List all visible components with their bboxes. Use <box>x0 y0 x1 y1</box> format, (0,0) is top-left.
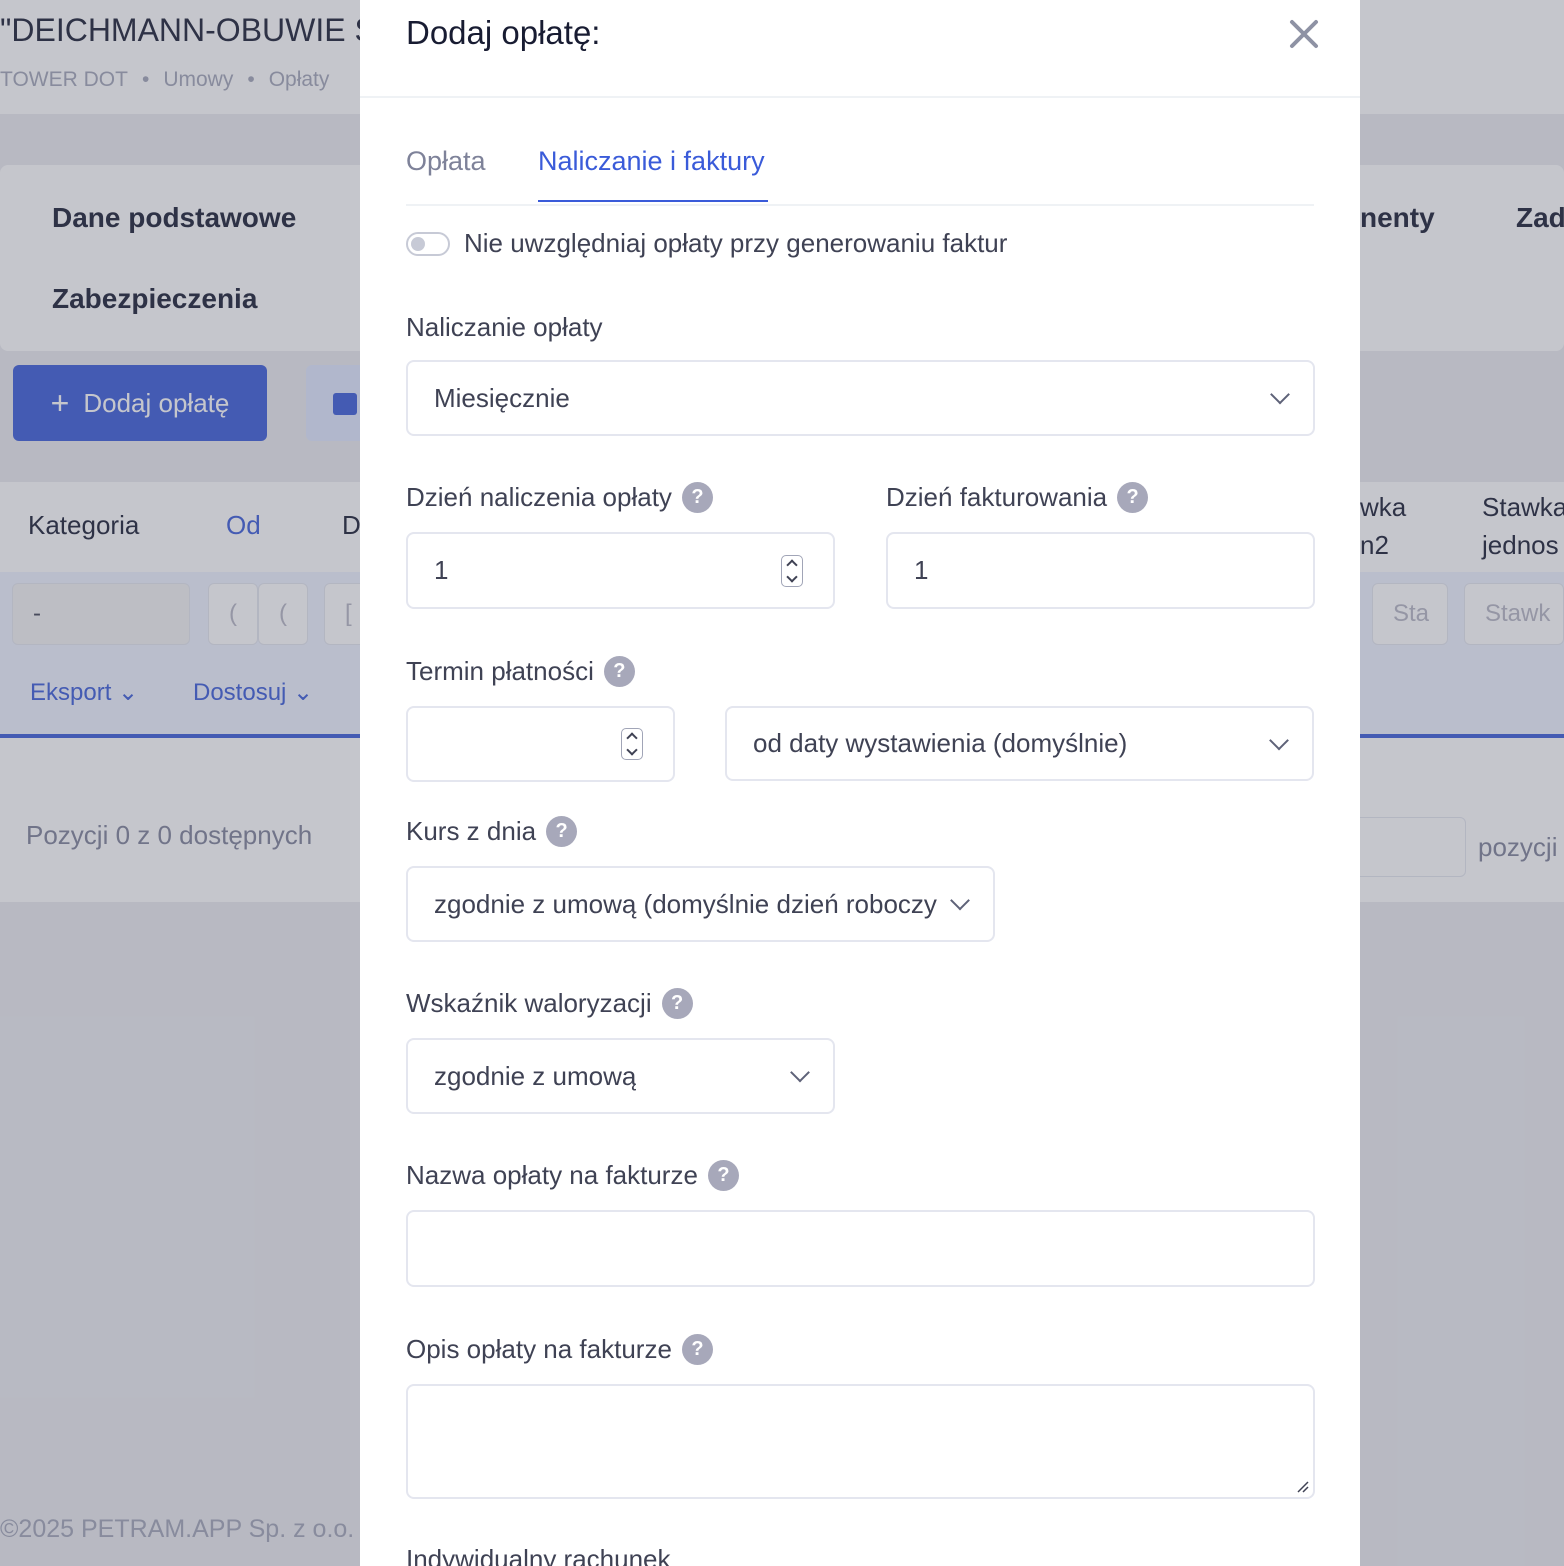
help-icon[interactable]: ? <box>546 816 578 847</box>
charge-day-label-text: Dzień naliczenia opłaty <box>406 482 672 512</box>
chevron-down-icon <box>790 1062 810 1083</box>
close-icon[interactable] <box>1286 16 1322 52</box>
chevron-down-icon <box>1270 384 1290 405</box>
indexation-select[interactable]: zgodnie z umową <box>406 1038 835 1114</box>
charging-label: Naliczanie opłaty <box>406 312 603 343</box>
resize-grip-icon[interactable] <box>1295 1479 1309 1493</box>
indexation-value: zgodnie z umową <box>434 1060 637 1091</box>
invoice-day-input[interactable]: 1 <box>886 532 1315 609</box>
tab-naliczanie-i-faktury[interactable]: Naliczanie i faktury <box>538 146 765 177</box>
add-fee-modal: Dodaj opłatę: Opłata Naliczanie i faktur… <box>360 0 1360 1566</box>
payment-term-basis-select[interactable]: od daty wystawienia (domyślnie) <box>725 706 1314 781</box>
toggle-knob <box>411 237 425 251</box>
help-icon[interactable]: ? <box>681 482 713 513</box>
rate-date-label-text: Kurs z dnia <box>406 816 537 846</box>
rate-date-value: zgodnie z umową (domyślnie dzień roboczy <box>434 888 937 919</box>
charge-day-input[interactable]: 1 <box>406 532 835 609</box>
invoice-desc-label: Opis opłaty na fakturze ? <box>406 1334 713 1365</box>
rate-date-select[interactable]: zgodnie z umową (domyślnie dzień roboczy <box>406 866 995 942</box>
active-tab-indicator <box>538 200 768 202</box>
modal-tabs: Opłata Naliczanie i faktury <box>406 130 1314 206</box>
invoice-name-label-text: Nazwa opłaty na fakturze <box>406 1160 698 1190</box>
indexation-label-text: Wskaźnik waloryzacji <box>406 988 652 1018</box>
chevron-down-icon <box>950 890 970 911</box>
invoice-desc-label-text: Opis opłaty na fakturze <box>406 1334 672 1364</box>
individual-account-label: Indywidualny rachunek <box>406 1544 671 1566</box>
number-spinner-icon[interactable] <box>621 728 643 760</box>
payment-term-label-text: Termin płatności <box>406 656 594 686</box>
charging-label-text: Naliczanie opłaty <box>406 312 603 342</box>
individual-account-label-text: Indywidualny rachunek <box>406 1544 671 1566</box>
modal-title: Dodaj opłatę: <box>406 14 601 51</box>
help-icon[interactable]: ? <box>707 1160 739 1191</box>
exclude-from-invoicing-toggle[interactable] <box>406 232 450 256</box>
charging-select-value: Miesięcznie <box>434 382 570 413</box>
charge-day-label: Dzień naliczenia opłaty ? <box>406 482 713 513</box>
indexation-label: Wskaźnik waloryzacji ? <box>406 988 693 1019</box>
tab-oplata[interactable]: Opłata <box>406 146 486 177</box>
help-icon[interactable]: ? <box>681 1334 713 1365</box>
payment-term-label: Termin płatności ? <box>406 656 635 687</box>
help-icon[interactable]: ? <box>603 656 635 687</box>
invoice-day-label: Dzień fakturowania ? <box>886 482 1149 513</box>
exclude-from-invoicing-label: Nie uwzględniaj opłaty przy generowaniu … <box>464 228 1008 258</box>
invoice-day-value: 1 <box>914 555 929 585</box>
modal-header: Dodaj opłatę: <box>360 0 1360 98</box>
number-spinner-icon[interactable] <box>781 554 803 587</box>
payment-term-basis-value: od daty wystawienia (domyślnie) <box>753 728 1128 758</box>
payment-term-input[interactable] <box>406 706 675 782</box>
charging-select[interactable]: Miesięcznie <box>406 360 1315 436</box>
invoice-name-label: Nazwa opłaty na fakturze ? <box>406 1160 739 1191</box>
help-icon[interactable]: ? <box>1117 482 1149 513</box>
charge-day-value: 1 <box>434 555 449 585</box>
invoice-name-input[interactable] <box>406 1210 1315 1287</box>
chevron-down-icon <box>1269 730 1289 750</box>
help-icon[interactable]: ? <box>661 988 693 1019</box>
invoice-desc-textarea[interactable] <box>406 1384 1315 1499</box>
invoice-day-label-text: Dzień fakturowania <box>886 482 1108 512</box>
rate-date-label: Kurs z dnia ? <box>406 816 578 847</box>
